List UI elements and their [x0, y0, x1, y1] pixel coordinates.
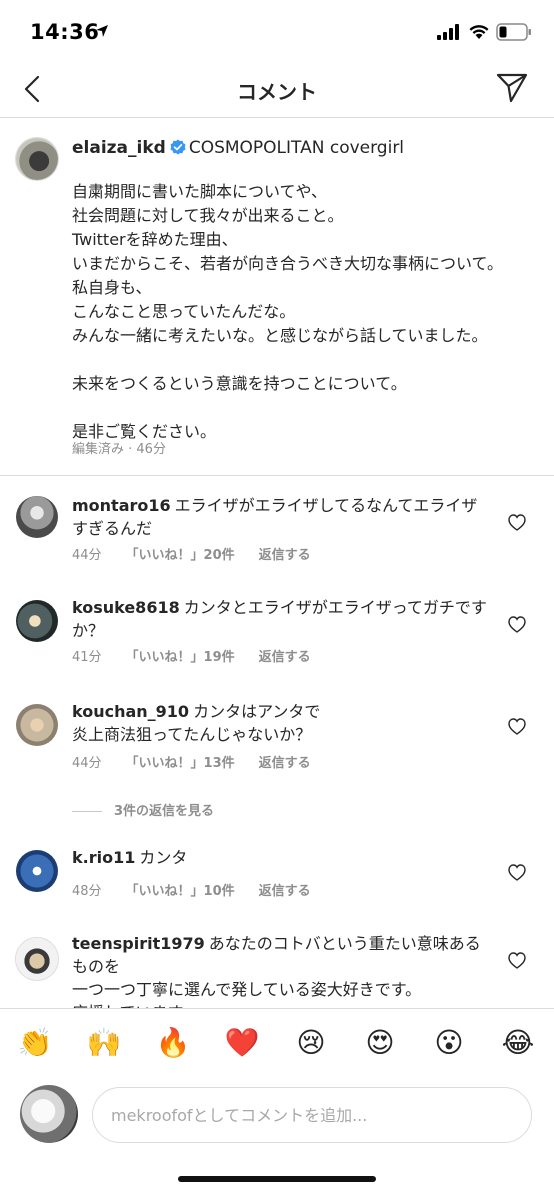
quick-emoji-bar: 👏 🙌 🔥 ❤️ 😢 😍 😮 😂 — [0, 1025, 554, 1065]
comment-avatar[interactable] — [16, 850, 58, 892]
reply-button[interactable]: 返信する — [259, 884, 311, 899]
comment-likes[interactable]: 「いいね！」13件 — [126, 756, 235, 771]
comment-meta: 44分 「いいね！」20件 返信する — [72, 544, 335, 563]
like-heart-icon[interactable] — [508, 514, 526, 531]
my-avatar — [20, 1085, 78, 1143]
raising-hands-emoji-icon[interactable]: 🙌 — [86, 1025, 122, 1061]
comment-input[interactable] — [92, 1087, 532, 1143]
comment-avatar[interactable] — [16, 600, 58, 642]
comment-time: 44分 — [72, 548, 102, 563]
verified-badge-icon — [170, 139, 186, 155]
wifi-icon — [469, 25, 489, 39]
like-heart-icon[interactable] — [508, 616, 526, 633]
like-heart-icon[interactable] — [508, 952, 526, 969]
comment-meta: 44分 「いいね！」13件 返信する — [72, 752, 335, 771]
comment-body: montaro16 エライザがエライザしてるなんてエライザすぎるんだ — [72, 494, 492, 540]
battery-icon — [496, 23, 531, 41]
comment-body: kouchan_910 カンタはアンタで 炎上商法狙ってたんじゃないか？ — [72, 700, 492, 746]
comment-item: montaro16 エライザがエライザしてるなんてエライザすぎるんだ 44分 「いい… — [0, 476, 554, 586]
location-arrow-icon — [96, 25, 108, 37]
comment-text: カンタ — [139, 848, 188, 867]
comment-username[interactable]: montaro16 — [72, 496, 171, 515]
replies-divider-line — [72, 811, 102, 812]
caption-text: 自粛期間に書いた脚本についてや、 社会問題に対して我々が出来ること。 Twitt… — [72, 182, 504, 441]
clapping-hands-emoji-icon[interactable]: 👏 — [17, 1025, 53, 1061]
fire-emoji-icon[interactable]: 🔥 — [155, 1025, 191, 1061]
comment-item: kosuke8618 カンタとエライザがエライザってガチですか？ 41分 「いいね！… — [0, 586, 554, 690]
caption-avatar[interactable] — [16, 138, 58, 180]
comment-likes[interactable]: 「いいね！」19件 — [126, 650, 235, 665]
page-title: コメント — [237, 80, 317, 104]
caption-bio-title: COSMOPOLITAN covergirl — [188, 138, 405, 158]
comment-avatar[interactable] — [16, 704, 58, 746]
heart-eyes-emoji-icon[interactable]: 😍 — [362, 1025, 398, 1061]
tears-of-joy-emoji-icon[interactable]: 😂 — [500, 1025, 536, 1061]
cellular-signal-icon — [437, 24, 459, 40]
reply-button[interactable]: 返信する — [259, 650, 311, 665]
home-indicator[interactable] — [178, 1176, 376, 1182]
comment-avatar[interactable] — [16, 496, 58, 538]
reply-button[interactable]: 返信する — [259, 756, 311, 771]
comment-username[interactable]: kosuke8618 — [72, 598, 180, 617]
status-time: 14:36 — [30, 20, 100, 44]
comment-body: k.rio11 カンタ — [72, 846, 492, 869]
comment-meta: 48分 「いいね！」10件 返信する — [72, 880, 335, 899]
post-caption: elaiza_ikd COSMOPOLITAN covergirl 自粛期間に書… — [0, 118, 554, 476]
caption-meta: 編集済み · 46分 — [72, 442, 166, 457]
comment-username[interactable]: kouchan_910 — [72, 702, 189, 721]
like-heart-icon[interactable] — [508, 718, 526, 735]
comment-time: 44分 — [72, 756, 102, 771]
nav-bar: コメント — [0, 66, 554, 118]
surprised-face-emoji-icon[interactable]: 😮 — [431, 1025, 467, 1061]
like-heart-icon[interactable] — [508, 864, 526, 881]
comment-body: kosuke8618 カンタとエライザがエライザってガチですか？ — [72, 596, 492, 642]
comment-username[interactable]: k.rio11 — [72, 848, 135, 867]
comment-item: teenspirit1979 あなたのコトバという重たい意味あるものを 一つ一つ丁… — [0, 932, 554, 1008]
crying-face-emoji-icon[interactable]: 😢 — [293, 1025, 329, 1061]
comment-body: teenspirit1979 あなたのコトバという重たい意味あるものを 一つ一つ丁… — [72, 932, 492, 1008]
view-replies-button[interactable]: 3件の返信を見る — [72, 800, 214, 819]
comment-time: 48分 — [72, 884, 102, 899]
status-bar: 14:36 — [0, 0, 554, 66]
comment-time: 41分 — [72, 650, 102, 665]
comment-likes[interactable]: 「いいね！」20件 — [126, 548, 235, 563]
comment-composer: 👏 🙌 🔥 ❤️ 😢 😍 😮 😂 — [0, 1008, 554, 1200]
comment-item: kouchan_910 カンタはアンタで 炎上商法狙ってたんじゃないか？ 44分 「… — [0, 690, 554, 794]
comment-username[interactable]: teenspirit1979 — [72, 934, 205, 953]
caption-username[interactable]: elaiza_ikd — [72, 138, 166, 158]
comment-likes[interactable]: 「いいね！」10件 — [126, 884, 235, 899]
red-heart-emoji-icon[interactable]: ❤️ — [224, 1025, 260, 1061]
caption-header: elaiza_ikd COSMOPOLITAN covergirl — [72, 138, 404, 158]
view-replies-label: 3件の返信を見る — [114, 804, 215, 819]
reply-button[interactable]: 返信する — [259, 548, 311, 563]
comment-item: k.rio11 カンタ 48分 「いいね！」10件 返信する — [0, 834, 554, 932]
direct-send-icon[interactable] — [496, 70, 528, 104]
comment-avatar[interactable] — [16, 938, 58, 980]
comment-meta: 41分 「いいね！」19件 返信する — [72, 646, 335, 665]
